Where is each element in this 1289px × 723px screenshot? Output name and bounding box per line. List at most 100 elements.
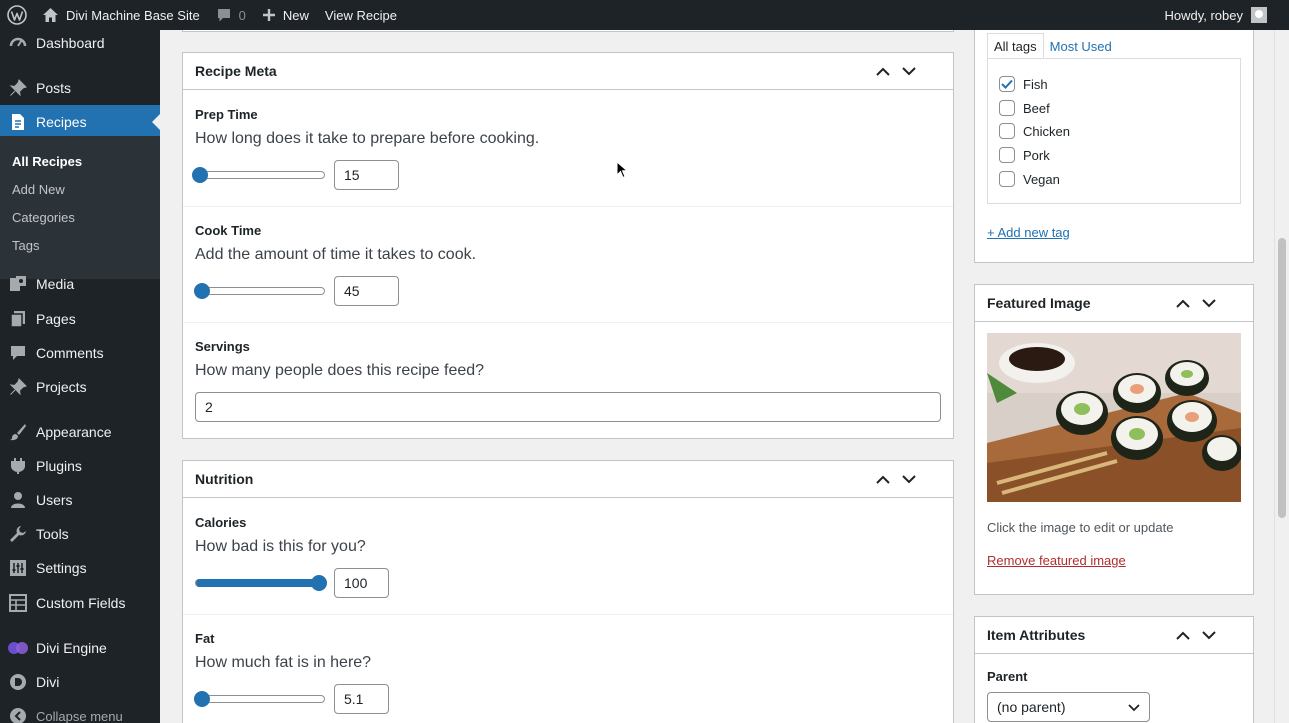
- sidebar-item-projects[interactable]: Projects: [0, 370, 160, 404]
- checkbox[interactable]: [999, 123, 1015, 139]
- mouse-cursor-icon: [616, 160, 629, 182]
- nutrition-box: Nutrition Calories How bad is this for y…: [182, 460, 954, 723]
- view-recipe-label: View Recipe: [324, 7, 397, 23]
- calories-input[interactable]: 100: [334, 568, 389, 598]
- pages-icon: [0, 310, 36, 328]
- featured-image-thumbnail[interactable]: [987, 333, 1241, 502]
- item-attributes-header: Item Attributes: [975, 617, 1253, 654]
- tab-all-tags[interactable]: All tags: [987, 33, 1044, 59]
- dashboard-icon: [0, 34, 36, 52]
- sidebar-label: Pages: [36, 311, 76, 327]
- sidebar-item-pages[interactable]: Pages: [0, 302, 160, 336]
- servings-input[interactable]: 2: [195, 392, 941, 422]
- fat-desc: How much fat is in here?: [195, 654, 372, 671]
- sidebar-item-recipes[interactable]: Recipes: [0, 105, 160, 139]
- tag-item-pork[interactable]: Pork: [999, 147, 1050, 163]
- sidebar-item-media[interactable]: Media: [0, 267, 160, 301]
- move-down-chevron-icon[interactable]: [1201, 627, 1217, 643]
- tab-most-used[interactable]: Most Used: [1044, 33, 1118, 59]
- new-content-link[interactable]: New: [254, 0, 317, 30]
- comment-bubble-icon: [216, 7, 232, 23]
- calories-label: Calories: [195, 515, 247, 530]
- sidebar-item-divi-engine[interactable]: Divi Engine: [0, 631, 160, 665]
- calories-slider[interactable]: [195, 575, 327, 591]
- checkbox[interactable]: [999, 100, 1015, 116]
- page-scrollbar[interactable]: [1274, 30, 1289, 723]
- move-down-chevron-icon[interactable]: [1201, 295, 1217, 311]
- tag-item-chicken[interactable]: Chicken: [999, 123, 1070, 139]
- new-label: New: [282, 7, 309, 23]
- divi-engine-icon: [0, 641, 36, 655]
- collapse-menu-button[interactable]: Collapse menu: [0, 699, 160, 723]
- scrollbar-thumb[interactable]: [1278, 238, 1286, 518]
- submenu-add-new[interactable]: Add New: [12, 182, 65, 197]
- featured-image-hint: Click the image to edit or update: [987, 520, 1174, 535]
- fat-slider[interactable]: [194, 691, 325, 707]
- cook-time-input[interactable]: 45: [334, 276, 399, 306]
- remove-featured-image-link[interactable]: Remove featured image: [987, 553, 1126, 568]
- slider-thumb[interactable]: [191, 167, 208, 183]
- recipe-meta-title: Recipe Meta: [195, 63, 277, 79]
- move-up-chevron-icon[interactable]: [1175, 295, 1191, 311]
- checkbox[interactable]: [999, 147, 1015, 163]
- prep-time-input[interactable]: 15: [334, 160, 399, 190]
- sidebar-item-posts[interactable]: Posts: [0, 71, 160, 105]
- checkbox-checked[interactable]: [999, 76, 1015, 92]
- checkbox[interactable]: [999, 171, 1015, 187]
- sidebar-label: Comments: [36, 345, 104, 361]
- prep-time-slider[interactable]: [191, 167, 325, 183]
- sidebar-item-dashboard[interactable]: Dashboard: [0, 30, 160, 60]
- parent-select[interactable]: (no parent): [987, 692, 1150, 722]
- sidebar-item-custom-fields[interactable]: Custom Fields: [0, 586, 160, 620]
- recipes-submenu: All Recipes Add New Categories Tags: [0, 136, 160, 279]
- user-icon: [0, 491, 36, 509]
- submenu-categories[interactable]: Categories: [12, 210, 75, 225]
- tags-tabs: All tags Most Used: [987, 33, 1118, 59]
- sidebar-label: Divi Engine: [36, 640, 107, 656]
- slider-thumb[interactable]: [194, 283, 211, 299]
- sidebar-label: Plugins: [36, 458, 82, 474]
- wordpress-logo-icon[interactable]: [0, 0, 34, 30]
- move-up-chevron-icon[interactable]: [875, 471, 891, 487]
- view-recipe-link[interactable]: View Recipe: [317, 0, 405, 30]
- comments-count: 0: [238, 7, 246, 23]
- tag-label: Beef: [1023, 100, 1050, 116]
- slider-thumb[interactable]: [194, 691, 211, 707]
- tag-label: Pork: [1023, 147, 1050, 163]
- cook-time-desc: Add the amount of time it takes to cook.: [195, 246, 477, 263]
- item-attributes-box: Item Attributes Parent (no parent): [974, 616, 1254, 723]
- prep-time-label: Prep Time: [195, 107, 258, 122]
- move-up-chevron-icon[interactable]: [875, 63, 891, 79]
- submenu-tags[interactable]: Tags: [12, 238, 39, 253]
- fat-field: Fat How much fat is in here? 5.1: [183, 614, 953, 723]
- sidebar-item-plugins[interactable]: Plugins: [0, 449, 160, 483]
- move-up-chevron-icon[interactable]: [1175, 627, 1191, 643]
- tags-box: All tags Most Used Fish Beef Chicken Por…: [974, 30, 1254, 263]
- tag-item-fish[interactable]: Fish: [999, 76, 1048, 92]
- sidebar-item-settings[interactable]: Settings: [0, 551, 160, 585]
- comments-icon: [0, 344, 36, 362]
- cook-time-slider[interactable]: [194, 283, 325, 299]
- move-down-chevron-icon[interactable]: [901, 63, 917, 79]
- sidebar-item-users[interactable]: Users: [0, 483, 160, 517]
- site-name: Divi Machine Base Site: [66, 7, 200, 23]
- add-new-tag-link[interactable]: + Add new tag: [987, 225, 1070, 240]
- sidebar-item-comments[interactable]: Comments: [0, 336, 160, 370]
- comments-link[interactable]: 0: [208, 0, 254, 30]
- nutrition-header: Nutrition: [183, 461, 953, 498]
- cook-time-label: Cook Time: [195, 223, 262, 238]
- fat-input[interactable]: 5.1: [334, 684, 389, 714]
- slider-thumb[interactable]: [310, 575, 327, 591]
- submenu-all-recipes[interactable]: All Recipes: [12, 154, 82, 169]
- home-icon: [42, 7, 59, 23]
- sidebar-item-divi[interactable]: Divi: [0, 665, 160, 699]
- site-name-link[interactable]: Divi Machine Base Site: [34, 0, 208, 30]
- sidebar-item-tools[interactable]: Tools: [0, 517, 160, 551]
- sidebar-item-appearance[interactable]: Appearance: [0, 415, 160, 449]
- move-down-chevron-icon[interactable]: [901, 471, 917, 487]
- tag-item-beef[interactable]: Beef: [999, 100, 1050, 116]
- pushpin-icon: [0, 378, 36, 396]
- tag-item-vegan[interactable]: Vegan: [999, 171, 1060, 187]
- plus-icon: [262, 8, 276, 22]
- my-account[interactable]: Howdy, robey: [1164, 7, 1289, 23]
